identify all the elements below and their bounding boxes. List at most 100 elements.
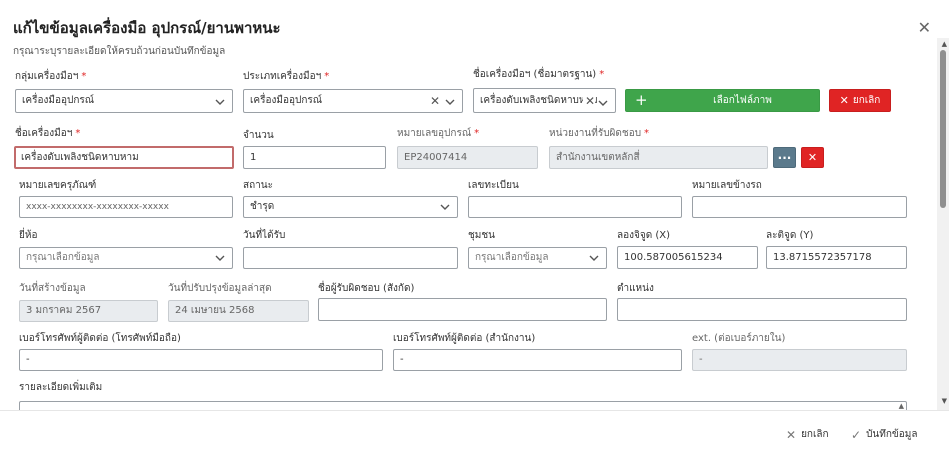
save-label: บันทึกข้อมูล <box>866 429 918 440</box>
position-label: ตำแหน่ง <box>617 283 654 294</box>
latitude-input[interactable]: 13.8715572357178 <box>766 246 907 269</box>
received-date-field: วันที่ได้รับ <box>243 229 285 243</box>
longitude-label: ลองจิจูด (X) <box>617 230 671 241</box>
office-phone-input[interactable]: - <box>393 349 682 371</box>
required-mark: * <box>324 71 330 82</box>
received-date-label: วันที่ได้รับ <box>243 230 286 241</box>
quantity-field: จำนวน <box>243 129 274 143</box>
side-no-input[interactable] <box>692 196 907 218</box>
clear-icon[interactable]: ✕ <box>582 94 595 108</box>
office-phone-value: - <box>400 354 404 365</box>
cancel-image-label: ยกเลิก <box>852 95 881 106</box>
mobile-input[interactable]: - <box>19 349 383 371</box>
close-icon: ✕ <box>786 427 797 442</box>
chevron-down-icon <box>214 95 226 107</box>
asset-no-label: หมายเลขครุภัณฑ์ <box>19 180 97 191</box>
status-value: ชำรุด <box>250 201 275 212</box>
tool-name-value: เครื่องดับเพลิงชนิดหาบหาม <box>21 152 139 163</box>
modal-title: แก้ไขข้อมูลเครื่องมือ อุปกรณ์/ยานพาหนะ <box>13 19 281 37</box>
tool-group-select[interactable]: เครื่องมืออุปกรณ์ <box>15 89 233 113</box>
longitude-input[interactable]: 100.587005615234 <box>617 246 758 269</box>
longitude-field: ลองจิจูด (X) <box>617 229 670 243</box>
tool-type-field: ประเภทเครื่องมือฯ * <box>243 70 329 84</box>
tool-group-value: เครื่องมืออุปกรณ์ <box>22 95 95 106</box>
resp-person-field: ชื่อผู้รับผิดชอบ (สังกัด) <box>318 282 414 296</box>
reg-no-input[interactable] <box>468 196 682 218</box>
more-options-button[interactable]: ··· <box>773 147 796 168</box>
asset-no-input[interactable]: xxxx-xxxxxxxx-xxxxxxxx-xxxxx <box>19 196 233 218</box>
reg-no-field: เลขทะเบียน <box>468 179 519 193</box>
close-icon: ✕ <box>839 94 849 107</box>
tool-std-name-select[interactable]: เครื่องดับเพลิงชนิดหาบหาม ✕ <box>473 88 616 113</box>
device-no-label: หมายเลขอุปกรณ์ <box>397 128 472 139</box>
tool-group-label: กลุ่มเครื่องมือฯ <box>15 71 79 82</box>
check-icon: ✓ <box>851 427 862 442</box>
details-textarea[interactable]: ▲ <box>19 401 907 410</box>
longitude-value: 100.587005615234 <box>624 252 723 263</box>
ext-field: ext. (ต่อเบอร์ภายใน) <box>692 332 785 346</box>
scrollbar-thumb[interactable] <box>940 50 946 208</box>
side-no-field: หมายเลขข้างรถ <box>692 179 762 193</box>
clear-unit-button[interactable]: ✕ <box>801 147 824 168</box>
clear-icon[interactable]: ✕ <box>430 94 440 108</box>
tool-name-input[interactable]: เครื่องดับเพลิงชนิดหาบหาม <box>14 146 234 169</box>
community-select[interactable]: กรุณาเลือกข้อมูล <box>468 247 607 269</box>
tool-std-name-value: เครื่องดับเพลิงชนิดหาบหาม <box>480 95 598 106</box>
tool-name-field: ชื่อเครื่องมือฯ * <box>15 127 80 141</box>
status-field: สถานะ <box>243 179 273 193</box>
quantity-label: จำนวน <box>243 130 274 141</box>
close-icon[interactable]: ✕ <box>918 20 931 36</box>
required-mark: * <box>599 69 605 80</box>
quantity-input[interactable]: 1 <box>243 146 386 169</box>
updated-date-field: วันที่ปรับปรุงข้อมูลล่าสุด <box>168 282 272 296</box>
form-body: กลุ่มเครื่องมือฯ * เครื่องมืออุปกรณ์ ประเ… <box>0 62 937 410</box>
updated-date-input: 24 เมษายน 2568 <box>168 300 309 322</box>
brand-select[interactable]: กรุณาเลือกข้อมูล <box>19 247 233 269</box>
more-icon: ··· <box>777 150 792 165</box>
side-no-label: หมายเลขข้างรถ <box>692 180 762 191</box>
latitude-field: ละติจูด (Y) <box>766 229 813 243</box>
footer-cancel-button[interactable]: ✕ ยกเลิก <box>786 427 829 442</box>
close-icon: ✕ <box>807 151 818 164</box>
reg-no-label: เลขทะเบียน <box>468 180 519 191</box>
edit-equipment-modal: แก้ไขข้อมูลเครื่องมือ อุปกรณ์/ยานพาหนะ ก… <box>0 0 949 458</box>
tool-type-value: เครื่องมืออุปกรณ์ <box>250 95 323 106</box>
select-image-label: เลือกไฟล์ภาพ <box>713 95 772 106</box>
mobile-value: - <box>26 354 30 365</box>
modal-subtitle: กรุณาระบุรายละเอียดให้ครบถ้วนก่อนบันทึกข… <box>13 46 226 57</box>
office-phone-field: เบอร์โทรศัพท์ผู้ติดต่อ (สำนักงาน) <box>393 332 535 346</box>
scroll-up-icon[interactable]: ▲ <box>899 402 904 410</box>
required-mark: * <box>75 128 81 139</box>
created-date-label: วันที่สร้างข้อมูล <box>19 283 86 294</box>
chevron-down-icon <box>214 252 226 264</box>
created-date-input: 3 มกราคม 2567 <box>19 300 158 322</box>
asset-no-value: xxxx-xxxxxxxx-xxxxxxxx-xxxxx <box>26 202 169 212</box>
status-select[interactable]: ชำรุด <box>243 196 458 218</box>
resp-unit-label: หน่วยงานที่รับผิดชอบ <box>549 128 642 139</box>
required-mark: * <box>474 128 480 139</box>
office-phone-label: เบอร์โทรศัพท์ผู้ติดต่อ (สำนักงาน) <box>393 333 536 344</box>
brand-value: กรุณาเลือกข้อมูล <box>26 252 100 263</box>
position-input[interactable] <box>617 298 907 321</box>
mobile-field: เบอร์โทรศัพท์ผู้ติดต่อ (โทรศัพท์มือถือ) <box>19 332 181 346</box>
required-mark: * <box>81 71 87 82</box>
chevron-down-icon <box>597 95 609 107</box>
tool-name-label: ชื่อเครื่องมือฯ <box>15 128 73 139</box>
resp-person-input[interactable] <box>318 298 607 321</box>
cancel-image-button[interactable]: ✕ ยกเลิก <box>829 89 891 112</box>
modal-header: แก้ไขข้อมูลเครื่องมือ อุปกรณ์/ยานพาหนะ ก… <box>13 16 281 59</box>
required-mark: * <box>644 128 650 139</box>
footer-cancel-label: ยกเลิก <box>801 429 829 440</box>
resp-unit-value: สำนักงานเขตหลักสี่ <box>556 152 640 163</box>
scroll-down-icon[interactable]: ▼ <box>942 397 947 405</box>
save-button[interactable]: ✓ บันทึกข้อมูล <box>851 427 917 442</box>
tool-type-select[interactable]: เครื่องมืออุปกรณ์ ✕ <box>243 89 463 113</box>
quantity-value: 1 <box>250 152 257 163</box>
device-no-field: หมายเลขอุปกรณ์ * <box>397 127 479 141</box>
community-value: กรุณาเลือกข้อมูล <box>475 252 549 263</box>
received-date-input[interactable] <box>243 247 458 269</box>
created-date-value: 3 มกราคม 2567 <box>26 305 102 316</box>
select-image-button[interactable]: + เลือกไฟล์ภาพ <box>625 89 820 112</box>
scroll-up-icon[interactable]: ▲ <box>942 40 947 48</box>
resp-person-label: ชื่อผู้รับผิดชอบ (สังกัด) <box>318 283 415 294</box>
